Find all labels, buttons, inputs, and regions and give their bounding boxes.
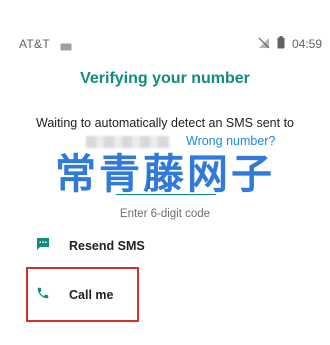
carrier-name: AT&T xyxy=(19,37,50,51)
call-me-label: Call me xyxy=(69,288,114,302)
call-me-button[interactable]: Call me xyxy=(36,284,113,306)
message-icon xyxy=(36,237,50,256)
page-title: Verifying your number xyxy=(80,70,250,87)
sms-info-text: Waiting to automatically detect an SMS s… xyxy=(36,116,294,130)
status-bar: AT&T 04:59 xyxy=(0,0,330,60)
status-icons: 04:59 xyxy=(258,36,322,52)
resend-sms-label: Resend SMS xyxy=(69,239,145,253)
no-signal-icon xyxy=(258,37,270,52)
code-hint: Enter 6-digit code xyxy=(119,208,211,220)
resend-sms-button[interactable]: Resend SMS xyxy=(36,235,145,257)
notification-icon xyxy=(60,40,72,51)
battery-icon xyxy=(277,36,285,52)
phone-icon xyxy=(36,286,50,305)
clock: 04:59 xyxy=(291,37,322,51)
watermark: 常青藤网子 xyxy=(55,150,275,198)
